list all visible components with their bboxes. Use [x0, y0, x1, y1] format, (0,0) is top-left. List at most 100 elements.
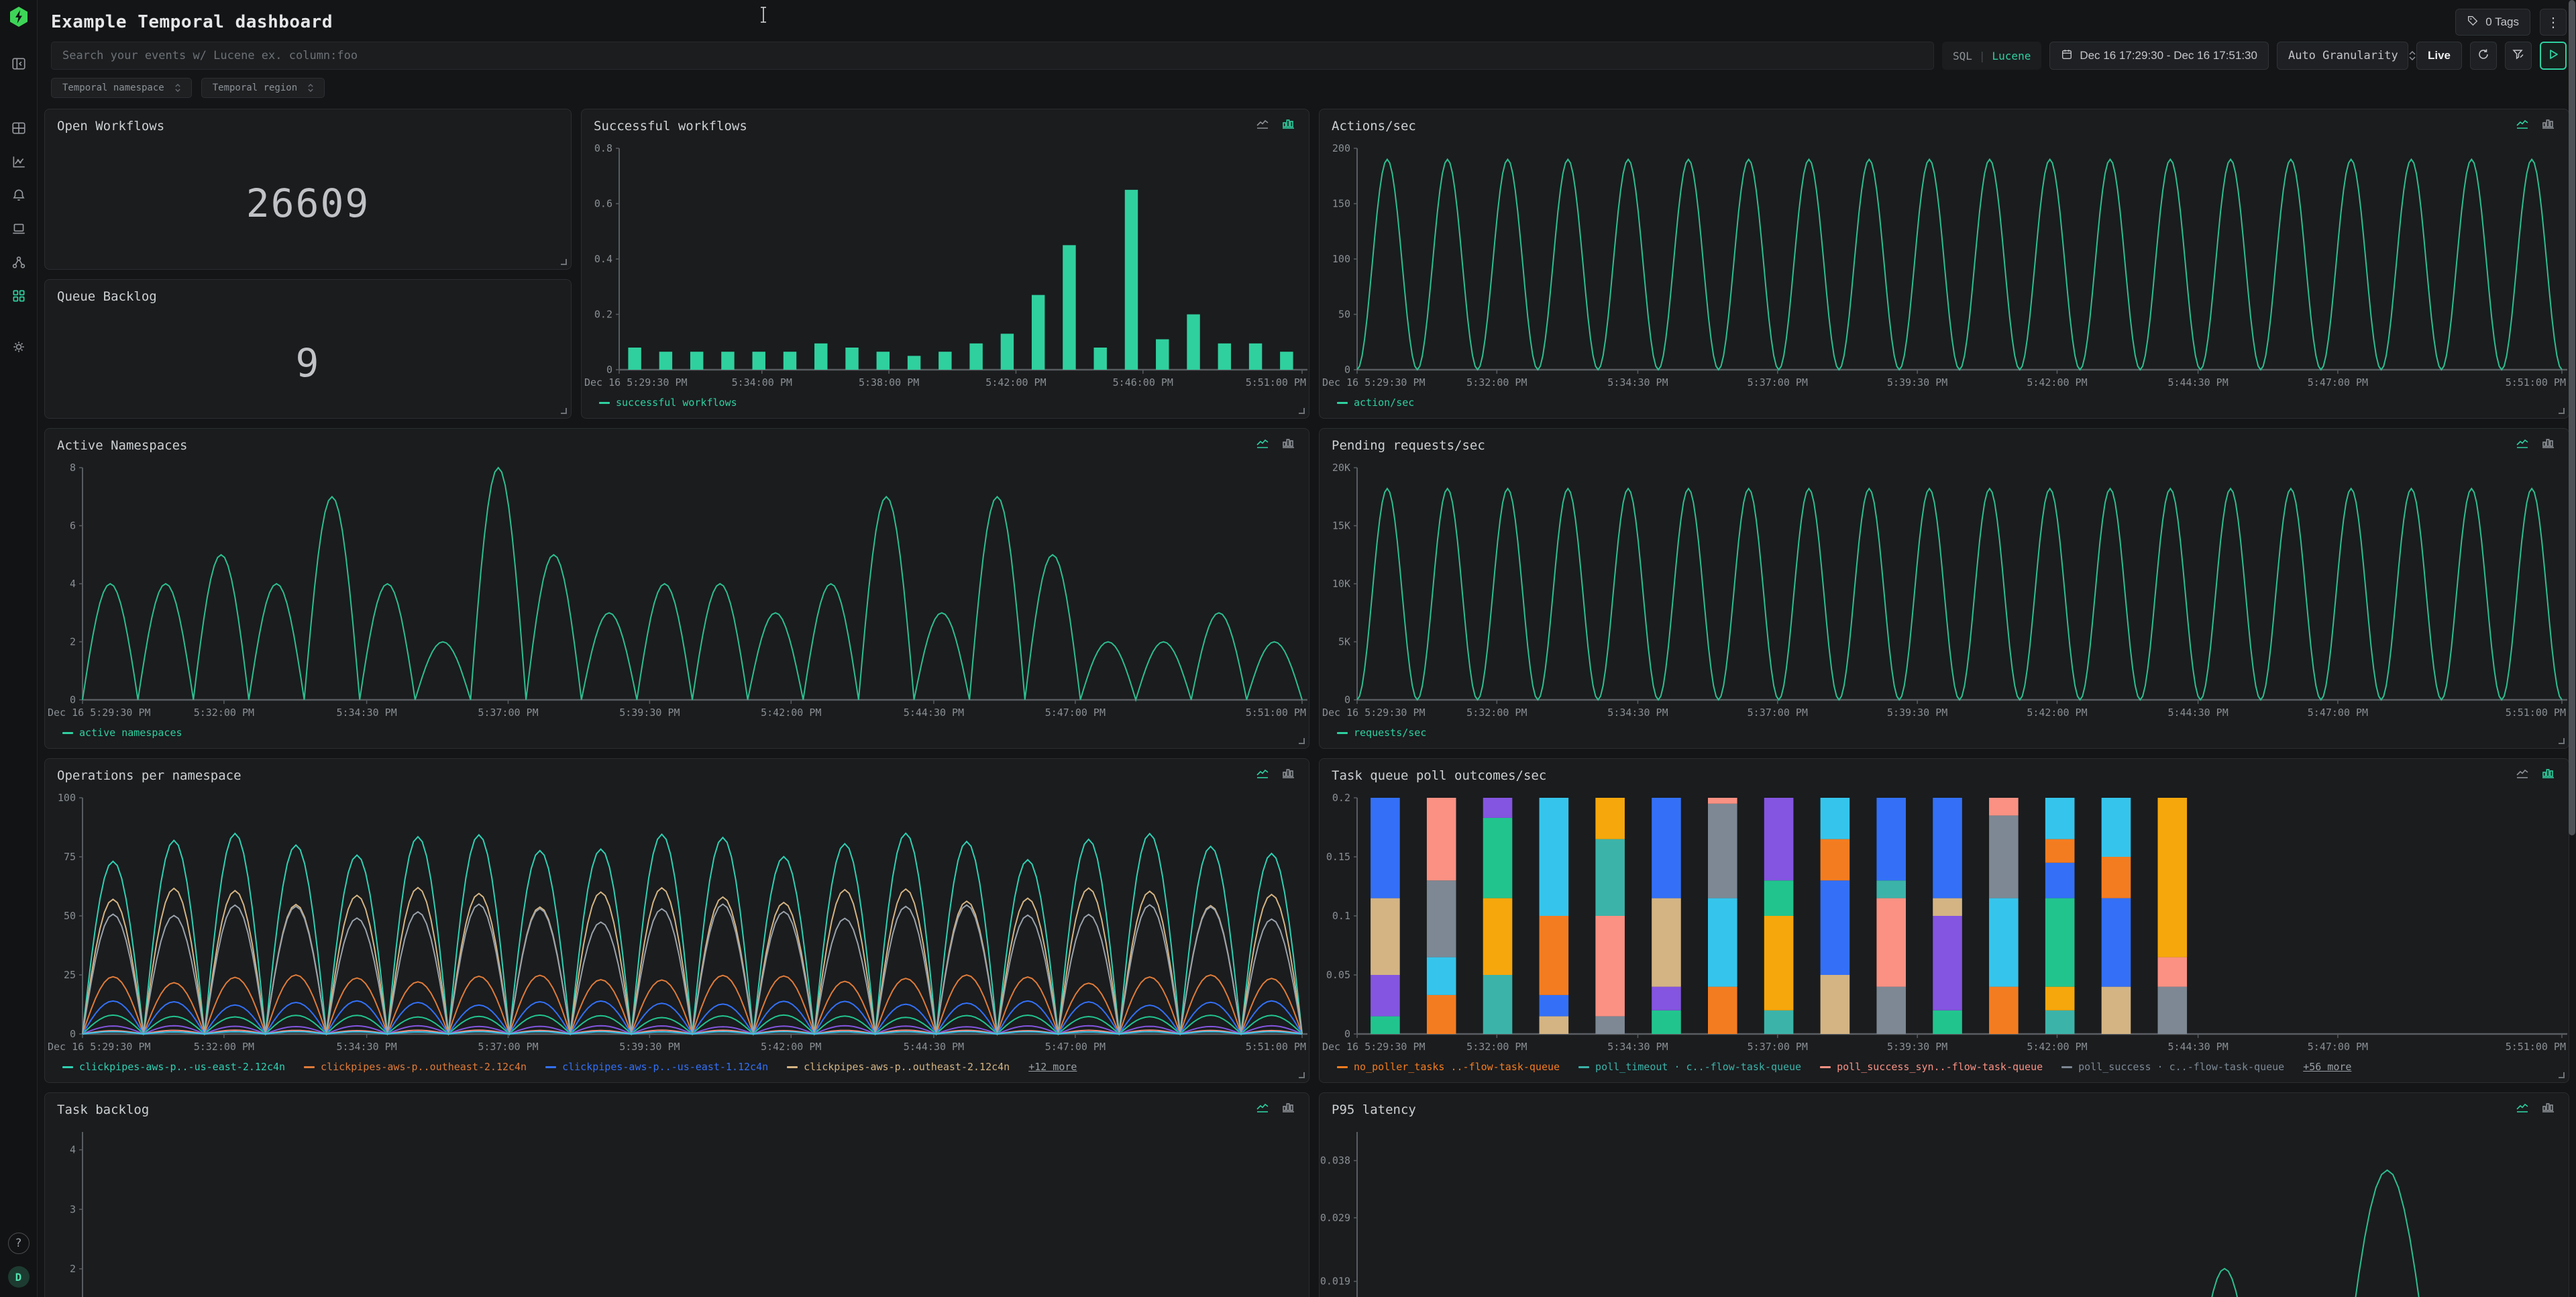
- line-chart-toggle[interactable]: [2515, 1101, 2531, 1119]
- tags-button[interactable]: 0 Tags: [2455, 9, 2530, 36]
- legend-item[interactable]: clickpipes-aws-p..outheast-2.12c4n: [304, 1061, 527, 1073]
- bar-chart-toggle[interactable]: [2540, 1101, 2557, 1119]
- svg-text:50: 50: [64, 910, 76, 922]
- legend-item[interactable]: successful workflows: [599, 397, 737, 409]
- panel-resize-handle[interactable]: [2559, 408, 2565, 414]
- calendar-icon: [2061, 48, 2073, 64]
- svg-text:0.2: 0.2: [594, 309, 612, 321]
- legend-item[interactable]: poll_timeout · c..-flow-task-queue: [1578, 1061, 1801, 1073]
- metrics-icon[interactable]: [9, 152, 29, 172]
- line-chart-toggle[interactable]: [2515, 437, 2531, 454]
- legend-more-link[interactable]: +12 more: [1028, 1061, 1077, 1073]
- chart-area[interactable]: 43210Dec 16 5:29:30 PM5:32:00 PM5:34:30 …: [45, 1121, 1309, 1297]
- query-mode-toggle[interactable]: SQL | Lucene: [1942, 42, 2041, 70]
- legend-item[interactable]: requests/sec: [1337, 727, 1426, 739]
- app-logo-icon[interactable]: [7, 5, 30, 31]
- legend-item[interactable]: clickpipes-aws-p..-us-east-1.12c4n: [545, 1061, 768, 1073]
- panel-resize-handle[interactable]: [2559, 1072, 2565, 1078]
- granularity-select[interactable]: Auto Granularity: [2277, 42, 2408, 70]
- chart-svg: 0255075100Dec 16 5:29:30 PM5:32:00 PM5:3…: [45, 787, 1309, 1058]
- panel-open-workflows: Open Workflows 26609: [44, 109, 572, 270]
- panel-resize-handle[interactable]: [561, 408, 567, 414]
- chart-area[interactable]: 0255075100Dec 16 5:29:30 PM5:32:00 PM5:3…: [45, 787, 1309, 1058]
- namespace-filter-select[interactable]: Temporal namespace: [51, 78, 192, 98]
- svg-text:Dec 16 5:29:30 PM: Dec 16 5:29:30 PM: [584, 376, 688, 388]
- panel-resize-handle[interactable]: [1299, 1072, 1305, 1078]
- help-button[interactable]: ?: [8, 1233, 30, 1254]
- legend-item[interactable]: clickpipes-aws-p..outheast-2.12c4n: [787, 1061, 1010, 1073]
- services-graph-icon[interactable]: [9, 252, 29, 272]
- bar-chart-toggle[interactable]: [2540, 117, 2557, 135]
- chart-area[interactable]: 00.20.40.60.8Dec 16 5:29:30 PM5:34:00 PM…: [582, 138, 1309, 394]
- alerts-bell-icon[interactable]: [9, 185, 29, 205]
- bar-chart-toggle[interactable]: [1281, 437, 1297, 454]
- chart-area[interactable]: 050100150200Dec 16 5:29:30 PM5:32:00 PM5…: [1320, 138, 2569, 394]
- line-chart-toggle[interactable]: [2515, 117, 2531, 135]
- line-chart-toggle[interactable]: [1255, 437, 1271, 454]
- svg-text:100: 100: [58, 792, 76, 804]
- region-filter-select[interactable]: Temporal region: [201, 78, 325, 98]
- filter-row: Temporal namespace Temporal region: [38, 70, 2576, 99]
- dashboards-icon[interactable]: [9, 286, 29, 306]
- chart-type-toggles: [2515, 437, 2557, 454]
- line-chart-toggle[interactable]: [1255, 1101, 1271, 1119]
- svg-text:75: 75: [64, 851, 76, 863]
- legend-item[interactable]: poll_success_syn..-flow-task-queue: [1820, 1061, 2043, 1073]
- chart-svg: 0.0380.0290.0190.010Dec 16 5:29:30 PM5:3…: [1320, 1121, 2569, 1297]
- chart-area[interactable]: 02468Dec 16 5:29:30 PM5:32:00 PM5:34:30 …: [45, 457, 1309, 724]
- chart-svg: 43210Dec 16 5:29:30 PM5:32:00 PM5:34:30 …: [45, 1121, 1309, 1297]
- legend-more-link[interactable]: +56 more: [2303, 1061, 2351, 1073]
- line-chart-toggle[interactable]: [2515, 767, 2531, 784]
- svg-text:0.2: 0.2: [1332, 792, 1350, 804]
- legend-item[interactable]: no_poller_tasks ..-flow-task-queue: [1337, 1061, 1560, 1073]
- svg-text:5:34:30 PM: 5:34:30 PM: [336, 707, 396, 719]
- filter-button[interactable]: [2505, 42, 2532, 70]
- search-input[interactable]: [51, 42, 1934, 70]
- chart-type-toggles: [1255, 1101, 1297, 1119]
- settings-gear-icon[interactable]: [9, 337, 29, 357]
- legend-item[interactable]: active namespaces: [62, 727, 182, 739]
- chart-area[interactable]: 00.050.10.150.2Dec 16 5:29:30 PM5:32:00 …: [1320, 787, 2569, 1058]
- scrollbar-thumb[interactable]: [2569, 0, 2575, 835]
- chart-svg: 050100150200Dec 16 5:29:30 PM5:32:00 PM5…: [1320, 138, 2569, 394]
- svg-text:5:42:00 PM: 5:42:00 PM: [761, 1041, 821, 1053]
- panel-resize-handle[interactable]: [2559, 738, 2565, 744]
- chart-area[interactable]: 0.0380.0290.0190.010Dec 16 5:29:30 PM5:3…: [1320, 1121, 2569, 1297]
- svg-text:5:51:00 PM: 5:51:00 PM: [1246, 707, 1306, 719]
- panel-title: Active Namespaces: [45, 429, 1309, 457]
- svg-text:5:51:00 PM: 5:51:00 PM: [2506, 1041, 2566, 1053]
- bar-chart-toggle[interactable]: [1281, 767, 1297, 784]
- svg-text:5:39:30 PM: 5:39:30 PM: [619, 707, 680, 719]
- svg-text:5:47:00 PM: 5:47:00 PM: [1045, 1041, 1106, 1053]
- legend-item[interactable]: clickpipes-aws-p..-us-east-2.12c4n: [62, 1061, 285, 1073]
- svg-text:5:51:00 PM: 5:51:00 PM: [2506, 376, 2566, 388]
- kebab-menu-button[interactable]: ⋮: [2540, 9, 2567, 36]
- chart-area[interactable]: 05K10K15K20KDec 16 5:29:30 PM5:32:00 PM5…: [1320, 457, 2569, 724]
- run-query-button[interactable]: [2540, 42, 2567, 70]
- bar-chart-toggle[interactable]: [2540, 767, 2557, 784]
- svg-text:5:47:00 PM: 5:47:00 PM: [1045, 707, 1106, 719]
- collapse-panel-icon[interactable]: [9, 54, 29, 74]
- bar-chart-toggle[interactable]: [1281, 117, 1297, 135]
- bar-chart-toggle[interactable]: [2540, 437, 2557, 454]
- bar-chart-toggle[interactable]: [1281, 1101, 1297, 1119]
- panel-resize-handle[interactable]: [1299, 408, 1305, 414]
- legend-item[interactable]: action/sec: [1337, 397, 1414, 409]
- page-title: Example Temporal dashboard: [51, 12, 333, 32]
- panel-resize-handle[interactable]: [1299, 738, 1305, 744]
- svg-text:Dec 16 5:29:30 PM: Dec 16 5:29:30 PM: [1322, 1041, 1426, 1053]
- svg-text:5:34:30 PM: 5:34:30 PM: [1607, 707, 1668, 719]
- boards-icon[interactable]: [9, 118, 29, 138]
- line-chart-toggle[interactable]: [1255, 767, 1271, 784]
- line-chart-toggle[interactable]: [1255, 117, 1271, 135]
- panel-task-backlog: Task backlog 43210Dec 16 5:29:30 PM5:32:…: [44, 1092, 1309, 1297]
- legend-item[interactable]: poll_success · c..-flow-task-queue: [2061, 1061, 2284, 1073]
- refresh-button[interactable]: [2470, 42, 2497, 70]
- user-avatar[interactable]: D: [8, 1266, 30, 1288]
- page-scrollbar[interactable]: [2569, 0, 2575, 1297]
- time-range-button[interactable]: Dec 16 17:29:30 - Dec 16 17:51:30: [2049, 42, 2269, 70]
- hosts-icon[interactable]: [9, 219, 29, 239]
- panel-resize-handle[interactable]: [561, 259, 567, 265]
- svg-text:5:37:00 PM: 5:37:00 PM: [478, 1041, 538, 1053]
- live-button[interactable]: Live: [2416, 42, 2462, 70]
